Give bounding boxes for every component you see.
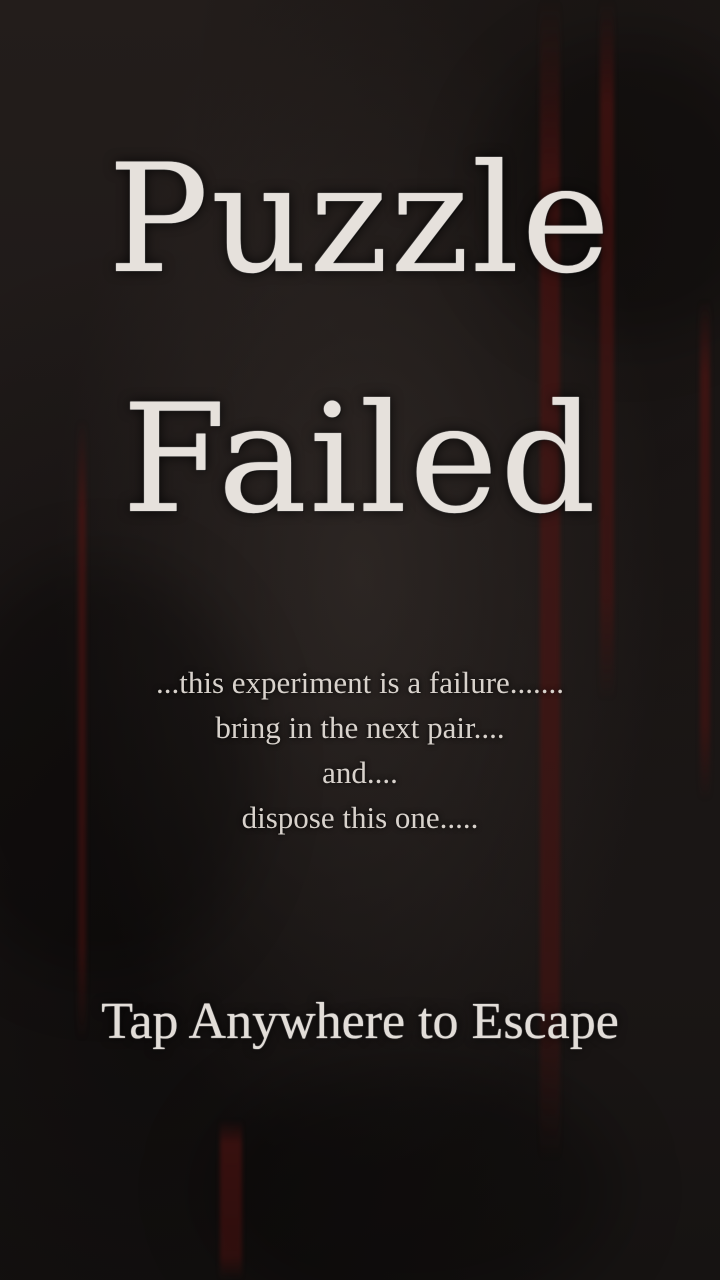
title-puzzle: Puzzle bbox=[107, 133, 613, 307]
title-failed: Failed bbox=[121, 373, 599, 547]
blood-streak bbox=[600, 0, 614, 700]
puzzle-failed-screen[interactable]: Puzzle Failed ...this experiment is a fa… bbox=[0, 0, 720, 1280]
tap-to-escape-prompt[interactable]: Tap Anywhere to Escape bbox=[0, 990, 720, 1054]
message-line: ...this experiment is a failure....... bbox=[155, 665, 565, 700]
failure-message: ...this experiment is a failure....... b… bbox=[0, 660, 720, 840]
message-line: dispose this one..... bbox=[241, 800, 479, 835]
message-line: and.... bbox=[322, 755, 398, 790]
message-line: bring in the next pair.... bbox=[215, 710, 505, 745]
blood-streak bbox=[220, 1120, 242, 1280]
